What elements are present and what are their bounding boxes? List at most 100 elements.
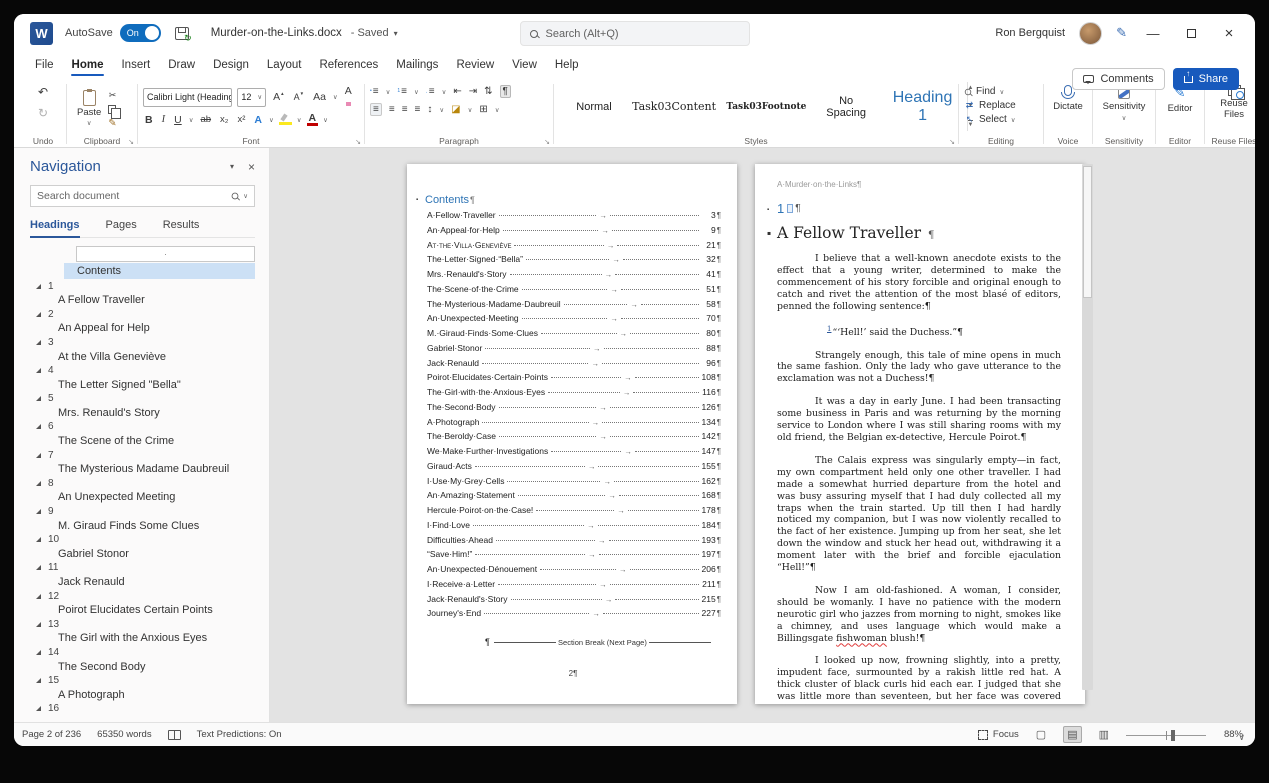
nav-heading-item[interactable]: 9 xyxy=(30,505,255,519)
italic-button[interactable]: I xyxy=(160,114,168,125)
decrease-indent-button[interactable]: ⇤ xyxy=(453,86,461,97)
clipboard-dialog-launcher[interactable]: ↘ xyxy=(128,138,134,146)
nav-heading-item[interactable]: The Girl with the Anxious Eyes xyxy=(30,631,255,645)
page-indicator[interactable]: Page 2 of 236 xyxy=(22,729,81,740)
saved-status[interactable]: - Saved xyxy=(351,27,389,39)
navigation-tab[interactable]: Headings xyxy=(30,219,80,231)
sort-button[interactable]: ⇅ xyxy=(484,86,492,97)
align-center-button[interactable]: ≡ xyxy=(389,104,395,115)
font-name-select[interactable]: Calibri Light (Heading∨ xyxy=(143,88,232,107)
nav-heading-item[interactable]: 15 xyxy=(30,674,255,688)
nav-heading-item[interactable]: M. Giraud Finds Some Clues xyxy=(30,519,255,533)
expand-triangle-icon[interactable] xyxy=(36,396,41,401)
style-gallery-item[interactable]: Heading 1 xyxy=(883,87,963,127)
nav-heading-item[interactable]: The Second Body xyxy=(30,660,255,674)
nav-heading-item[interactable]: Gabriel Stonor xyxy=(30,547,255,561)
expand-triangle-icon[interactable] xyxy=(36,481,41,486)
underline-button[interactable]: U xyxy=(172,114,184,126)
undo-button[interactable]: ↶ xyxy=(38,85,48,99)
align-right-button[interactable]: ≡ xyxy=(402,104,408,115)
comments-button[interactable]: Comments xyxy=(1072,68,1164,90)
ribbon-tab[interactable]: Draw xyxy=(159,59,204,78)
ribbon-tab[interactable]: Insert xyxy=(112,59,159,78)
font-size-select[interactable]: 12∨ xyxy=(237,88,266,107)
document-title[interactable]: Murder-on-the-Links.docx xyxy=(211,27,342,39)
ribbon-tab[interactable]: File xyxy=(26,59,63,78)
paste-button[interactable]: Paste ∨ xyxy=(72,88,106,127)
nav-heading-item[interactable]: 6 xyxy=(30,420,255,434)
nav-heading-item[interactable]: Contents xyxy=(64,263,255,279)
nav-heading-item[interactable]: An Appeal for Help xyxy=(30,321,255,335)
print-layout-button[interactable]: ▤ xyxy=(1063,726,1081,743)
ribbon-tab[interactable]: Help xyxy=(546,59,588,78)
cut-button[interactable]: ✂ xyxy=(108,90,116,101)
expand-triangle-icon[interactable] xyxy=(36,650,41,655)
expand-triangle-icon[interactable] xyxy=(36,706,41,711)
change-case-button[interactable]: Aa xyxy=(311,91,328,103)
minimize-button[interactable]: — xyxy=(1141,26,1165,41)
ribbon-tab[interactable]: References xyxy=(310,59,387,78)
expand-triangle-icon[interactable] xyxy=(36,509,41,514)
justify-button[interactable]: ≡ xyxy=(415,104,421,115)
navigation-tab[interactable]: Pages xyxy=(106,219,137,231)
expand-triangle-icon[interactable] xyxy=(36,537,41,542)
bold-button[interactable]: B xyxy=(143,114,155,126)
zoom-slider-thumb[interactable] xyxy=(1171,730,1175,741)
multilevel-list-button[interactable]: ≡ xyxy=(426,86,435,97)
grow-font-button[interactable]: A xyxy=(271,91,286,103)
nav-heading-item[interactable]: 16 xyxy=(30,702,255,716)
expand-triangle-icon[interactable] xyxy=(36,678,41,683)
format-painter-button[interactable]: ✎ xyxy=(108,118,116,129)
align-left-button[interactable]: ≡ xyxy=(370,103,382,116)
borders-button[interactable]: ⊞ xyxy=(479,104,487,115)
zoom-slider[interactable] xyxy=(1126,729,1206,741)
scrollbar-thumb[interactable] xyxy=(1083,166,1092,298)
navigation-search-input[interactable] xyxy=(37,190,231,202)
nav-heading-item[interactable]: 14 xyxy=(30,645,255,659)
nav-heading-item[interactable]: 12 xyxy=(30,589,255,603)
nav-heading-item[interactable]: Jack Renauld xyxy=(30,575,255,589)
maximize-button[interactable] xyxy=(1179,26,1203,41)
navigation-close-icon[interactable]: × xyxy=(248,160,255,174)
expand-triangle-icon[interactable] xyxy=(36,424,41,429)
proofing-icon[interactable] xyxy=(168,730,181,740)
word-count[interactable]: 65350 words xyxy=(97,729,151,740)
vertical-scrollbar[interactable] xyxy=(1082,164,1093,690)
ribbon-tab[interactable]: Layout xyxy=(258,59,311,78)
search-input[interactable] xyxy=(546,28,716,40)
nav-heading-item[interactable]: An Unexpected Meeting xyxy=(30,490,255,504)
nav-heading-item[interactable]: 11 xyxy=(30,561,255,575)
style-gallery-item[interactable]: Normal xyxy=(563,87,625,127)
select-button[interactable]: ↖Select∨ xyxy=(964,114,1038,125)
ink-editor-icon[interactable]: ✎ xyxy=(1116,25,1127,41)
close-button[interactable]: × xyxy=(1217,25,1241,42)
highlight-button[interactable] xyxy=(279,114,292,125)
collapse-ribbon-icon[interactable]: ∨ xyxy=(1238,732,1245,743)
clear-formatting-button[interactable]: A xyxy=(343,85,359,109)
ribbon-tab[interactable]: Design xyxy=(204,59,258,78)
nav-heading-item[interactable]: 1 xyxy=(30,279,255,293)
find-button[interactable]: Find∨ xyxy=(964,86,1038,97)
navigation-search[interactable]: ∨ xyxy=(30,185,255,207)
strikethrough-button[interactable]: ab xyxy=(198,114,213,125)
web-layout-button[interactable]: ▥ xyxy=(1095,726,1113,743)
expand-triangle-icon[interactable] xyxy=(36,453,41,458)
navigation-search-chevron-icon[interactable]: ∨ xyxy=(243,192,248,200)
style-gallery-item[interactable]: Task03Content xyxy=(629,87,719,127)
line-spacing-button[interactable]: ↕ xyxy=(427,104,432,115)
bullets-button[interactable]: ≡ xyxy=(370,86,379,97)
style-gallery-item[interactable]: Task03Footnote xyxy=(723,87,810,127)
ribbon-tab[interactable]: View xyxy=(503,59,546,78)
replace-button[interactable]: ⇄Replace xyxy=(964,100,1038,111)
superscript-button[interactable]: x² xyxy=(235,114,247,125)
paragraph-dialog-launcher[interactable]: ↘ xyxy=(544,138,550,146)
nav-heading-item[interactable]: The Scene of the Crime xyxy=(30,434,255,448)
nav-heading-item[interactable]: · xyxy=(76,246,255,262)
word-logo-icon[interactable]: W xyxy=(30,22,53,45)
nav-heading-item[interactable]: At the Villa Geneviève xyxy=(30,349,255,363)
expand-triangle-icon[interactable] xyxy=(36,368,41,373)
styles-dialog-launcher[interactable]: ↘ xyxy=(949,138,955,146)
focus-button[interactable]: Focus xyxy=(978,729,1019,740)
nav-heading-item[interactable]: 10 xyxy=(30,533,255,547)
nav-heading-item[interactable]: A Photograph xyxy=(30,688,255,702)
